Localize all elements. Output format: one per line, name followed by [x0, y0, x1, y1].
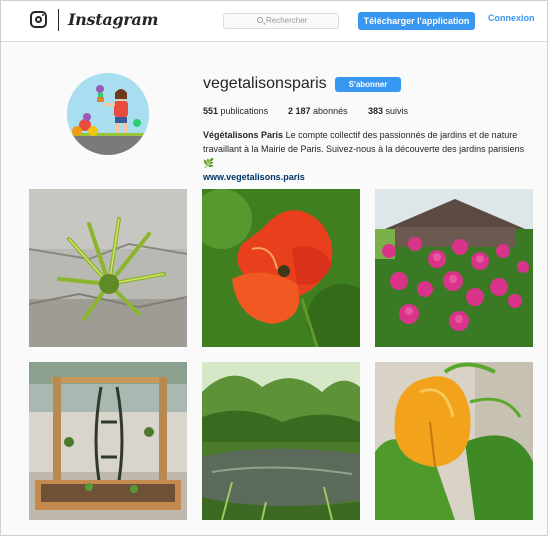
bio-name: Végétalisons Paris — [203, 130, 284, 140]
instagram-window: Instagram Rechercher Télécharger l'appli… — [0, 0, 548, 536]
post-tile-squash[interactable] — [375, 362, 533, 520]
bio-website-link[interactable]: www.vegetalisons.paris — [203, 172, 305, 182]
post-tile-dahlias[interactable] — [375, 189, 533, 347]
post-tile-poppy[interactable] — [202, 189, 360, 347]
search-input[interactable]: Rechercher — [223, 13, 339, 29]
login-link[interactable]: Connexion — [488, 13, 535, 23]
followers-stat[interactable]: 2 187 abonnés — [288, 106, 348, 116]
post-tile-planter[interactable] — [29, 362, 187, 520]
download-app-button[interactable]: Télécharger l'application — [358, 12, 475, 30]
follow-button[interactable]: S'abonner — [335, 77, 401, 92]
post-tile-pond[interactable] — [202, 362, 360, 520]
profile-username: vegetalisonsparis — [203, 75, 327, 92]
instagram-camera-icon[interactable] — [30, 11, 47, 28]
top-navigation-bar: Instagram Rechercher Télécharger l'appli… — [1, 1, 547, 42]
following-stat[interactable]: 383 suivis — [368, 106, 408, 116]
profile-avatar[interactable] — [67, 73, 149, 155]
instagram-wordmark[interactable]: Instagram — [68, 10, 158, 29]
logo-divider — [58, 9, 59, 31]
search-placeholder: Rechercher — [266, 16, 308, 25]
post-tile-fern[interactable] — [29, 189, 187, 347]
profile-bio: Végétalisons Paris Le compte collectif d… — [203, 128, 533, 184]
search-icon — [257, 17, 263, 23]
posts-stat[interactable]: 551 publications — [203, 106, 268, 116]
